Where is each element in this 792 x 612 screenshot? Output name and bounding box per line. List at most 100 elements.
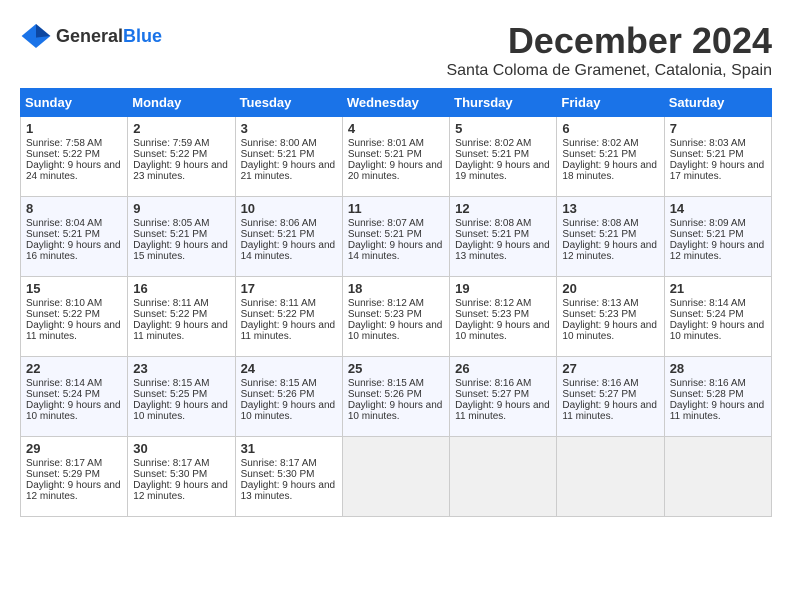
daylight-text: Daylight: 9 hours and 10 minutes. <box>562 320 658 342</box>
calendar-cell <box>557 437 664 517</box>
day-number: 18 <box>348 281 444 296</box>
sunrise-text: Sunrise: 8:15 AM <box>133 378 229 389</box>
calendar-cell: 15Sunrise: 8:10 AMSunset: 5:22 PMDayligh… <box>21 277 128 357</box>
sunrise-text: Sunrise: 8:13 AM <box>562 298 658 309</box>
sunset-text: Sunset: 5:27 PM <box>562 389 658 400</box>
sunrise-text: Sunrise: 8:05 AM <box>133 218 229 229</box>
sunset-text: Sunset: 5:30 PM <box>241 469 337 480</box>
calendar-week-row: 15Sunrise: 8:10 AMSunset: 5:22 PMDayligh… <box>21 277 772 357</box>
calendar-cell: 31Sunrise: 8:17 AMSunset: 5:30 PMDayligh… <box>235 437 342 517</box>
sunrise-text: Sunrise: 8:12 AM <box>348 298 444 309</box>
sunrise-text: Sunrise: 8:08 AM <box>455 218 551 229</box>
sunrise-text: Sunrise: 8:17 AM <box>26 458 122 469</box>
sunrise-text: Sunrise: 8:16 AM <box>562 378 658 389</box>
calendar-week-row: 22Sunrise: 8:14 AMSunset: 5:24 PMDayligh… <box>21 357 772 437</box>
daylight-text: Daylight: 9 hours and 12 minutes. <box>133 480 229 502</box>
calendar-cell: 23Sunrise: 8:15 AMSunset: 5:25 PMDayligh… <box>128 357 235 437</box>
calendar-cell: 27Sunrise: 8:16 AMSunset: 5:27 PMDayligh… <box>557 357 664 437</box>
sunrise-text: Sunrise: 8:03 AM <box>670 138 766 149</box>
daylight-text: Daylight: 9 hours and 10 minutes. <box>348 320 444 342</box>
calendar-cell: 21Sunrise: 8:14 AMSunset: 5:24 PMDayligh… <box>664 277 771 357</box>
weekday-header: Monday <box>128 89 235 117</box>
calendar-cell: 3Sunrise: 8:00 AMSunset: 5:21 PMDaylight… <box>235 117 342 197</box>
day-number: 11 <box>348 201 444 216</box>
daylight-text: Daylight: 9 hours and 10 minutes. <box>26 400 122 422</box>
calendar-cell: 13Sunrise: 8:08 AMSunset: 5:21 PMDayligh… <box>557 197 664 277</box>
daylight-text: Daylight: 9 hours and 13 minutes. <box>455 240 551 262</box>
sunset-text: Sunset: 5:21 PM <box>670 149 766 160</box>
day-number: 29 <box>26 441 122 456</box>
day-number: 23 <box>133 361 229 376</box>
sunset-text: Sunset: 5:21 PM <box>241 229 337 240</box>
calendar-cell: 20Sunrise: 8:13 AMSunset: 5:23 PMDayligh… <box>557 277 664 357</box>
sunset-text: Sunset: 5:22 PM <box>241 309 337 320</box>
location-title: Santa Coloma de Gramenet, Catalonia, Spa… <box>446 62 772 80</box>
day-number: 17 <box>241 281 337 296</box>
sunrise-text: Sunrise: 8:07 AM <box>348 218 444 229</box>
sunset-text: Sunset: 5:22 PM <box>26 309 122 320</box>
sunrise-text: Sunrise: 8:00 AM <box>241 138 337 149</box>
sunrise-text: Sunrise: 8:09 AM <box>670 218 766 229</box>
sunrise-text: Sunrise: 8:02 AM <box>562 138 658 149</box>
sunset-text: Sunset: 5:21 PM <box>455 149 551 160</box>
day-number: 15 <box>26 281 122 296</box>
sunset-text: Sunset: 5:24 PM <box>670 309 766 320</box>
sunrise-text: Sunrise: 7:58 AM <box>26 138 122 149</box>
calendar-cell <box>450 437 557 517</box>
day-number: 13 <box>562 201 658 216</box>
sunset-text: Sunset: 5:26 PM <box>241 389 337 400</box>
daylight-text: Daylight: 9 hours and 14 minutes. <box>241 240 337 262</box>
sunrise-text: Sunrise: 8:14 AM <box>26 378 122 389</box>
logo: GeneralBlue <box>20 20 162 52</box>
calendar-cell: 4Sunrise: 8:01 AMSunset: 5:21 PMDaylight… <box>342 117 449 197</box>
sunrise-text: Sunrise: 8:17 AM <box>133 458 229 469</box>
calendar-cell: 24Sunrise: 8:15 AMSunset: 5:26 PMDayligh… <box>235 357 342 437</box>
daylight-text: Daylight: 9 hours and 10 minutes. <box>670 320 766 342</box>
day-number: 7 <box>670 121 766 136</box>
calendar-cell: 12Sunrise: 8:08 AMSunset: 5:21 PMDayligh… <box>450 197 557 277</box>
day-number: 6 <box>562 121 658 136</box>
day-number: 25 <box>348 361 444 376</box>
calendar-cell: 25Sunrise: 8:15 AMSunset: 5:26 PMDayligh… <box>342 357 449 437</box>
daylight-text: Daylight: 9 hours and 11 minutes. <box>133 320 229 342</box>
daylight-text: Daylight: 9 hours and 11 minutes. <box>670 400 766 422</box>
calendar-cell: 6Sunrise: 8:02 AMSunset: 5:21 PMDaylight… <box>557 117 664 197</box>
daylight-text: Daylight: 9 hours and 12 minutes. <box>26 480 122 502</box>
calendar-week-row: 1Sunrise: 7:58 AMSunset: 5:22 PMDaylight… <box>21 117 772 197</box>
daylight-text: Daylight: 9 hours and 11 minutes. <box>241 320 337 342</box>
daylight-text: Daylight: 9 hours and 20 minutes. <box>348 160 444 182</box>
sunset-text: Sunset: 5:21 PM <box>133 229 229 240</box>
sunrise-text: Sunrise: 8:11 AM <box>241 298 337 309</box>
sunrise-text: Sunrise: 8:14 AM <box>670 298 766 309</box>
calendar-cell: 17 Sunrise: 8:11 AMSunset: 5:22 PMDayligh… <box>235 277 342 357</box>
sunset-text: Sunset: 5:22 PM <box>133 149 229 160</box>
daylight-text: Daylight: 9 hours and 11 minutes. <box>455 400 551 422</box>
sunset-text: Sunset: 5:21 PM <box>26 229 122 240</box>
daylight-text: Daylight: 9 hours and 10 minutes. <box>348 400 444 422</box>
daylight-text: Daylight: 9 hours and 21 minutes. <box>241 160 337 182</box>
sunrise-text: Sunrise: 7:59 AM <box>133 138 229 149</box>
daylight-text: Daylight: 9 hours and 18 minutes. <box>562 160 658 182</box>
sunset-text: Sunset: 5:24 PM <box>26 389 122 400</box>
calendar-cell: 9Sunrise: 8:05 AMSunset: 5:21 PMDaylight… <box>128 197 235 277</box>
calendar-cell: 30Sunrise: 8:17 AMSunset: 5:30 PMDayligh… <box>128 437 235 517</box>
calendar-cell: 22Sunrise: 8:14 AMSunset: 5:24 PMDayligh… <box>21 357 128 437</box>
sunset-text: Sunset: 5:23 PM <box>348 309 444 320</box>
sunrise-text: Sunrise: 8:15 AM <box>348 378 444 389</box>
calendar-week-row: 8Sunrise: 8:04 AMSunset: 5:21 PMDaylight… <box>21 197 772 277</box>
page-header: GeneralBlue December 2024 Santa Coloma d… <box>20 20 772 80</box>
logo-icon <box>20 20 52 52</box>
sunset-text: Sunset: 5:21 PM <box>241 149 337 160</box>
calendar-cell <box>342 437 449 517</box>
sunrise-text: Sunrise: 8:12 AM <box>455 298 551 309</box>
calendar-cell <box>664 437 771 517</box>
calendar-cell: 28Sunrise: 8:16 AMSunset: 5:28 PMDayligh… <box>664 357 771 437</box>
day-number: 24 <box>241 361 337 376</box>
daylight-text: Daylight: 9 hours and 11 minutes. <box>562 400 658 422</box>
weekday-header: Sunday <box>21 89 128 117</box>
sunrise-text: Sunrise: 8:04 AM <box>26 218 122 229</box>
day-number: 12 <box>455 201 551 216</box>
day-number: 28 <box>670 361 766 376</box>
weekday-header: Wednesday <box>342 89 449 117</box>
logo-text-general: General <box>56 26 123 46</box>
